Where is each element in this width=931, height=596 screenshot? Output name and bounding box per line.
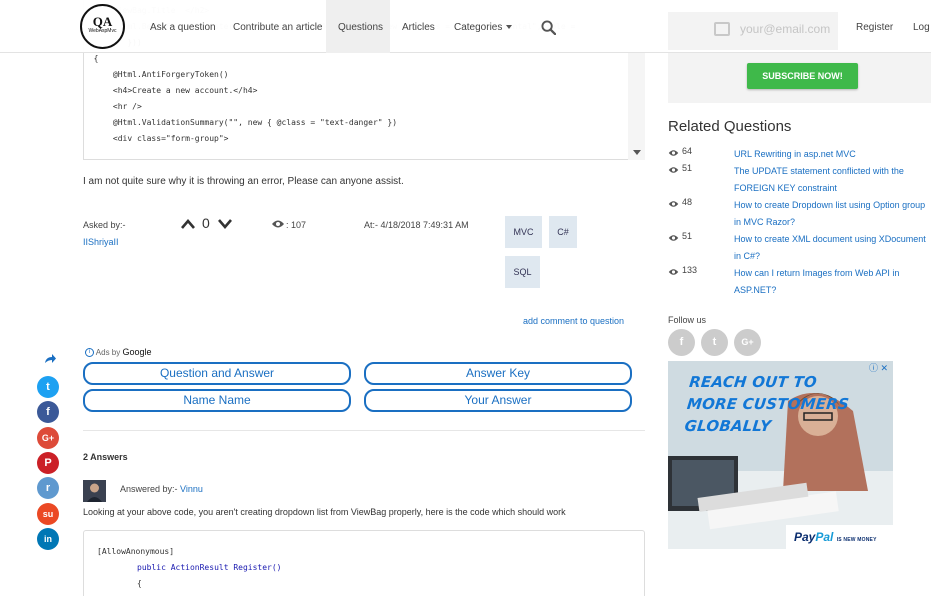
- nav-login[interactable]: Log: [913, 0, 930, 53]
- question-code-line: @Html.ValidationSummary("", new { @class…: [84, 118, 398, 127]
- related-view-count: 51: [682, 163, 693, 173]
- follow-facebook-icon[interactable]: f: [668, 329, 695, 356]
- nav-articles[interactable]: Articles: [402, 0, 435, 53]
- eye-icon: [272, 220, 284, 228]
- vote-down-icon[interactable]: [218, 218, 232, 230]
- answer-code-block[interactable]: [AllowAnonymous] public ActionResult Reg…: [83, 530, 645, 596]
- related-question-link[interactable]: How can I return Images from Web API in …: [734, 265, 929, 299]
- follow-twitter-icon[interactable]: t: [701, 329, 728, 356]
- ad-link-answer-key[interactable]: Answer Key: [364, 362, 632, 385]
- nav-categories-label: Categories: [454, 22, 503, 33]
- vote-count: 0: [202, 215, 210, 231]
- answer-code-line: [AllowAnonymous]: [97, 547, 175, 556]
- ads-label-brand: Google: [122, 347, 152, 357]
- related-view-count: 133: [682, 265, 698, 275]
- eye-icon: [668, 167, 679, 173]
- nav-questions[interactable]: Questions: [326, 0, 390, 53]
- avatar[interactable]: [83, 480, 106, 502]
- related-view-count: 51: [682, 231, 693, 241]
- question-code-line: <h4>Create a new account.</h4>: [84, 86, 258, 95]
- scroll-down-arrow-icon[interactable]: [633, 150, 641, 155]
- share-stumbleupon-icon[interactable]: su: [37, 502, 59, 525]
- top-navbar: QA WebAspMvc Ask a question Contribute a…: [0, 0, 931, 53]
- view-count: : 107: [286, 220, 307, 230]
- tag-mvc[interactable]: MVC: [505, 216, 542, 248]
- answered-by: Answered by:- Vinnu: [120, 484, 203, 494]
- logo-subtext: WebAspMvc: [88, 28, 117, 34]
- question-code-line: <div class="form-group">: [84, 134, 229, 143]
- ad-link-your-answer[interactable]: Your Answer: [364, 389, 632, 412]
- related-question-link[interactable]: URL Rewriting in asp.net MVC: [734, 146, 929, 163]
- related-question-link[interactable]: The UPDATE statement conflicted with the…: [734, 163, 929, 197]
- nav-categories[interactable]: Categories: [454, 0, 513, 53]
- eye-icon: [668, 150, 679, 156]
- related-question-link[interactable]: How to create XML document using XDocume…: [734, 231, 929, 265]
- question-text: I am not quite sure why it is throwing a…: [83, 176, 404, 187]
- newsletter-email-input[interactable]: [740, 22, 835, 36]
- question-code-line: @Html.AntiForgeryToken(): [84, 70, 229, 79]
- asked-by-user-link[interactable]: IIShriyaII: [83, 237, 119, 247]
- divider: [83, 430, 645, 431]
- share-twitter-icon[interactable]: t: [37, 376, 59, 398]
- site-logo[interactable]: QA WebAspMvc: [80, 4, 125, 49]
- asked-by-label: Asked by:-: [83, 220, 126, 230]
- tag-csharp[interactable]: C#: [549, 216, 577, 248]
- ad-link-question-and-answer[interactable]: Question and Answer: [83, 362, 351, 385]
- asked-timestamp: At:- 4/18/2018 7:49:31 AM: [364, 220, 469, 230]
- question-code-line: {: [84, 54, 99, 63]
- answers-count: 2 Answers: [83, 452, 128, 462]
- answer-text: Looking at your above code, you aren't c…: [83, 507, 566, 517]
- vote-up-icon[interactable]: [181, 218, 195, 230]
- mail-icon: [714, 22, 730, 36]
- answer-code-line: {: [137, 579, 142, 588]
- ad-choices-icon[interactable]: ⓘ ✕: [869, 361, 888, 374]
- related-view-count: 48: [682, 197, 693, 207]
- caret-down-icon: [506, 25, 513, 30]
- answer-code-line: public ActionResult Register(): [137, 563, 282, 572]
- ads-by-google-label[interactable]: i Ads by Google: [85, 347, 152, 358]
- share-pinterest-icon[interactable]: P: [37, 451, 59, 474]
- eye-icon: [668, 201, 679, 207]
- follow-us-label: Follow us: [668, 315, 707, 325]
- logo-text: QA: [92, 14, 113, 29]
- paypal-logo: PayPal IS NEW MONEY: [786, 525, 893, 549]
- nav-contribute-article[interactable]: Contribute an article: [233, 0, 323, 53]
- share-arrow-icon[interactable]: [44, 354, 56, 364]
- ad-link-name-name[interactable]: Name Name: [83, 389, 351, 412]
- add-comment-link[interactable]: add comment to question: [523, 316, 624, 326]
- follow-googleplus-icon[interactable]: G+: [734, 329, 761, 356]
- paypal-logo-pal: Pal: [815, 530, 834, 544]
- related-view-count: 64: [682, 146, 693, 156]
- question-code-line: <hr />: [84, 102, 142, 111]
- answered-by-label: Answered by:-: [120, 484, 178, 494]
- share-reddit-icon[interactable]: r: [37, 477, 59, 500]
- eye-icon: [668, 235, 679, 241]
- ad-headline: REACH OUT TO MORE CUSTOMERS GLOBALLY: [683, 373, 850, 435]
- subscribe-button[interactable]: SUBSCRIBE NOW!: [747, 63, 858, 89]
- answered-by-user-link[interactable]: Vinnu: [180, 484, 203, 494]
- ad-info-icon[interactable]: i: [85, 348, 94, 358]
- share-facebook-icon[interactable]: f: [37, 401, 59, 424]
- avatar-person-icon: [83, 480, 106, 502]
- eye-icon: [668, 269, 679, 275]
- answer-code-text: [AllowAnonymous] public ActionResult Reg…: [84, 531, 644, 592]
- related-question-link[interactable]: How to create Dropdown list using Option…: [734, 197, 929, 231]
- nav-ask-question[interactable]: Ask a question: [150, 0, 216, 53]
- search-icon[interactable]: [541, 20, 556, 35]
- tag-sql[interactable]: SQL: [505, 256, 540, 288]
- share-linkedin-icon[interactable]: in: [37, 527, 59, 550]
- paypal-ad-banner[interactable]: REACH OUT TO MORE CUSTOMERS GLOBALLY ⓘ ✕…: [668, 361, 893, 549]
- related-questions-title: Related Questions: [668, 118, 792, 135]
- paypal-logo-pay: Pay: [794, 530, 816, 544]
- paypal-tagline: IS NEW MONEY: [836, 537, 877, 543]
- share-googleplus-icon[interactable]: G+: [37, 426, 59, 449]
- nav-register[interactable]: Register: [856, 0, 893, 53]
- ads-label-prefix: Ads by: [95, 348, 121, 357]
